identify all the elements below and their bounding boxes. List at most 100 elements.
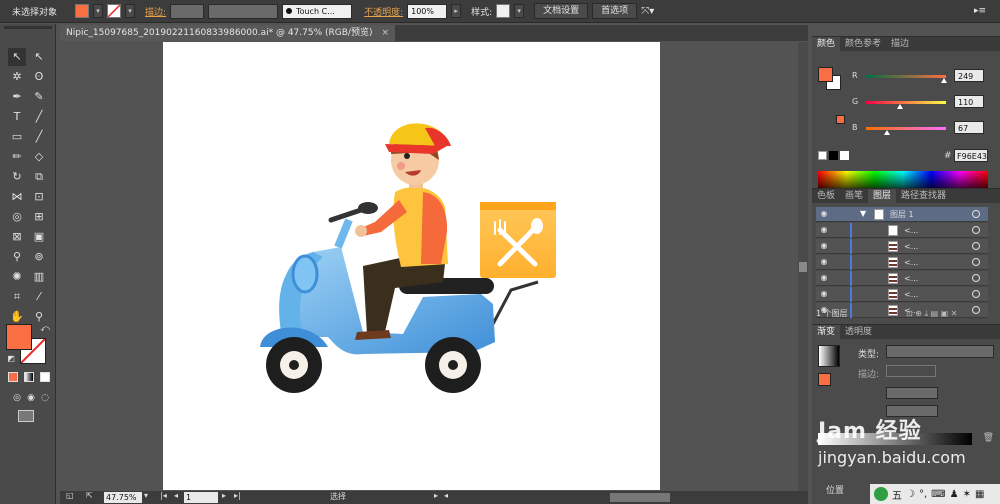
stroke-option-boxes[interactable] [886,365,936,377]
shape-builder-tool-icon[interactable]: ◎ [8,208,26,226]
eye-icon[interactable]: ◉ [818,257,830,267]
target-icon[interactable] [972,226,980,234]
channel-slider[interactable] [866,127,946,135]
pencil-tool-icon[interactable]: ✏ [8,148,26,166]
last-page-icon[interactable]: ▸| [234,491,241,500]
stroke-none-swatch[interactable] [107,4,122,18]
none-mode-icon[interactable] [40,372,50,382]
screen-mode-icon[interactable] [18,410,34,422]
gradient-type-select[interactable] [886,345,994,358]
slider-knob-icon[interactable] [941,78,948,83]
opacity-field[interactable]: 100% [407,3,448,19]
tab-transparency[interactable]: 透明度 [840,325,877,339]
type-tool-icon[interactable]: T [8,108,26,126]
aspect-field[interactable] [886,405,938,417]
channel-value[interactable]: 67 [954,121,984,134]
target-icon[interactable] [972,258,980,266]
tab-stroke[interactable]: 描边 [886,37,914,51]
selection-tool-icon[interactable]: ↖ [8,48,26,66]
opacity-label[interactable]: 不透明度: [364,5,403,18]
page-field[interactable]: 1 [184,492,218,503]
lasso-tool-icon[interactable]: ʘ [30,68,48,86]
sublayer-row[interactable]: ◉ <... [816,223,988,238]
stroke-dropdown-icon[interactable]: ▾ [125,4,136,18]
channel-slider[interactable] [866,101,946,109]
target-icon[interactable] [972,242,980,250]
gradient-tool-icon[interactable]: ▣ [30,228,48,246]
color-mini-swatch[interactable] [836,115,845,124]
preferences-button[interactable]: 首选项 [592,3,638,19]
tab-brushes[interactable]: 画笔 [840,189,868,203]
target-icon[interactable] [972,210,980,218]
horizontal-scroll-thumb[interactable] [610,493,670,502]
direct-selection-tool-icon[interactable]: ↖ [30,48,48,66]
zoom-dropdown-icon[interactable]: ▾ [144,491,148,500]
next-page-icon[interactable]: ▸ [222,491,226,500]
panel-menu-icon[interactable]: ▸≡ [974,6,986,16]
sublayer-row[interactable]: ◉ <... [816,287,988,302]
tab-pathfinder[interactable]: 路径查找器 [896,189,951,203]
tab-color[interactable]: 颜色 [812,37,841,51]
scroll-thumb[interactable] [799,262,807,272]
paintbrush-tool-icon[interactable]: ╱ [30,128,48,146]
scale-tool-icon[interactable]: ⧉ [30,168,48,186]
pen-tool-icon[interactable]: ✒ [8,88,26,106]
opacity-dropdown-icon[interactable]: ▸ [451,4,462,18]
delete-stop-icon[interactable]: 🗑 [983,433,994,443]
rotate-tool-icon[interactable]: ↻ [8,168,26,186]
symbol-sprayer-tool-icon[interactable]: ✺ [8,268,26,286]
black-swatch[interactable] [829,151,838,160]
fill-color-box[interactable] [6,324,32,350]
magic-wand-tool-icon[interactable]: ✲ [8,68,26,86]
angle-field[interactable] [886,387,938,399]
eye-icon[interactable]: ◉ [818,273,830,283]
stroke-weight-field[interactable] [170,3,205,19]
sublayer-row[interactable]: ◉ <... [816,239,988,254]
channel-value[interactable]: 110 [954,95,984,108]
gradient-preview[interactable] [818,345,840,367]
blend-tool-icon[interactable]: ⊚ [30,248,48,266]
curvature-tool-icon[interactable]: ✎ [30,88,48,106]
tools-grip[interactable] [4,26,52,29]
ime-moon-icon[interactable]: ☽ [906,489,915,500]
style-dropdown-icon[interactable]: ▾ [514,4,525,18]
eraser-tool-icon[interactable]: ◇ [30,148,48,166]
gradient-mode-icon[interactable] [24,372,34,382]
free-transform-tool-icon[interactable]: ⊡ [30,188,48,206]
prev-page-icon[interactable]: ◂ [174,491,178,500]
slider-knob-icon[interactable] [897,104,904,109]
eye-icon[interactable]: ◉ [818,225,830,235]
ime-skin-icon[interactable]: ✶ [963,489,971,500]
fill-swatch[interactable] [75,4,90,18]
expand-arrow-icon[interactable]: ▼ [860,209,866,218]
artboard-tool-icon[interactable]: ⌗ [8,288,26,306]
ime-grid-icon[interactable]: ▦ [975,489,984,500]
perspective-grid-tool-icon[interactable]: ⊞ [30,208,48,226]
ime-punct-icon[interactable]: °, [919,489,927,500]
swap-fill-stroke-icon[interactable]: ⤺ [36,320,54,338]
target-icon[interactable] [972,274,980,282]
arrange-icon[interactable]: ⤧▾ [641,6,654,17]
channel-slider[interactable] [866,75,948,83]
variable-width-field[interactable] [208,3,279,19]
layers-footer-icons[interactable]: ⊡ ⊕ ⤓ ▤ ▣ ✕ [906,307,957,321]
ime-logo-icon[interactable] [874,487,888,501]
none-swatch[interactable] [818,151,827,160]
tab-layers[interactable]: 图层 [868,189,897,203]
line-tool-icon[interactable]: ╱ [30,108,48,126]
sublayer-row[interactable]: ◉ <... [816,255,988,270]
tab-color-guide[interactable]: 颜色参考 [840,37,886,51]
rectangle-tool-icon[interactable]: ▭ [8,128,26,146]
first-page-icon[interactable]: |◂ [160,491,167,500]
color-fill-box[interactable] [818,67,833,82]
slider-knob-icon[interactable] [884,130,891,135]
eyedropper-tool-icon[interactable]: ⚲ [8,248,26,266]
eye-icon[interactable]: ◉ [818,209,830,219]
channel-value[interactable]: 249 [954,69,984,82]
export-icon[interactable]: ⇱ [86,491,93,500]
width-tool-icon[interactable]: ⋈ [8,188,26,206]
color-mode-icon[interactable] [8,372,18,382]
document-setup-button[interactable]: 文档设置 [534,3,589,19]
hscroll-left-icon[interactable]: ◂ [444,491,448,500]
white-swatch[interactable] [840,151,849,160]
